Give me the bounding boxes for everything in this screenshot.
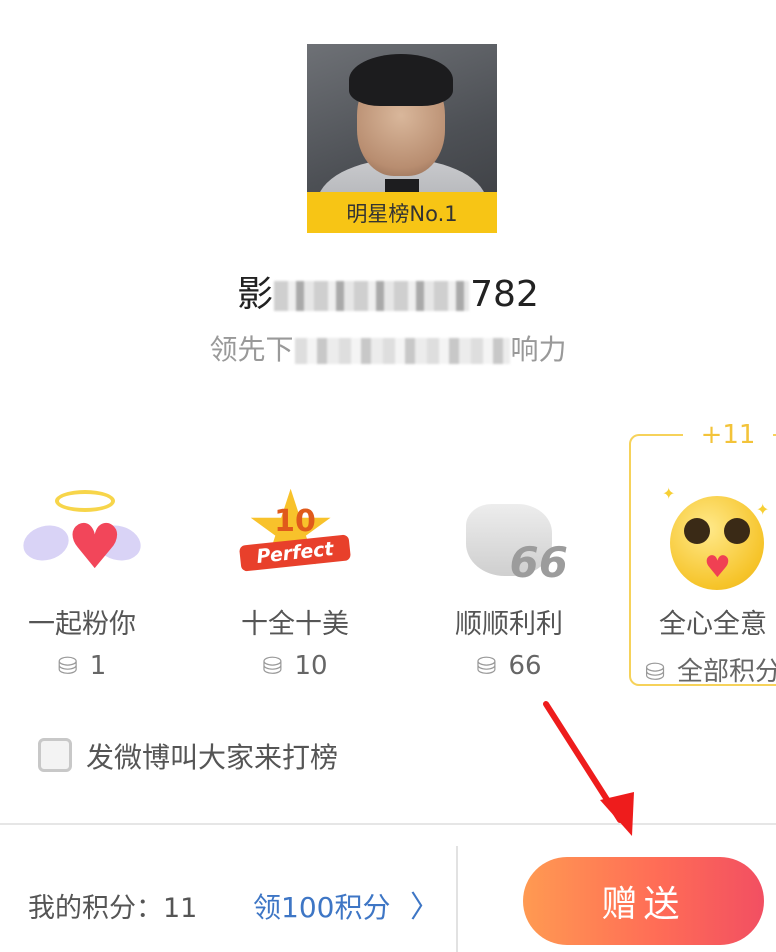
avatar-hair — [349, 54, 453, 106]
gift-cost-value: 10 — [294, 651, 328, 681]
hand-66-icon: 66 — [444, 486, 574, 596]
my-points: 我的积分：11 — [28, 893, 198, 924]
star-avatar[interactable]: 明星榜No.1 — [307, 44, 497, 233]
gift-label: 顺顺利利 — [455, 609, 563, 640]
coin-icon: ⛁ — [644, 658, 666, 686]
gift-label: 十全十美 — [241, 609, 349, 640]
gift-cost: ⛁ 10 — [210, 651, 380, 681]
coin-icon: ⛁ — [57, 652, 78, 680]
star-name: 影 782 — [0, 265, 776, 317]
heart: ♥ — [67, 510, 123, 583]
gift-cost: ⛁ 1 — [0, 651, 167, 681]
chevron-right-icon[interactable]: 〉 — [410, 882, 440, 926]
subtitle-suffix: 响力 — [510, 333, 567, 366]
six-six-text: 66 — [509, 538, 568, 587]
heart-eyes-emoji-icon: ✦ ✦ ♥ — [648, 484, 776, 596]
winged-heart-icon: ♥ — [17, 486, 147, 596]
eye-left — [684, 518, 710, 544]
gift-item-3[interactable]: 66 顺顺利利 ⛁ 66 — [424, 486, 594, 681]
star-name-suffix: 782 — [470, 274, 539, 315]
eye-right — [724, 518, 750, 544]
perfect-10-star-icon: ★ 10 Perfect — [230, 476, 360, 596]
halo — [55, 490, 115, 512]
gift-label: 一起粉你 — [28, 609, 136, 640]
gift-cost: ⛁ 66 — [424, 651, 594, 681]
subtitle-prefix: 领先下 — [209, 333, 294, 366]
gift-cost-value: 1 — [89, 651, 107, 681]
footer-vertical-divider — [456, 846, 458, 952]
gift-cost-value: 66 — [508, 651, 542, 681]
gift-item-4[interactable]: ✦ ✦ ♥ 全心全意 ⛁ 全部积分 — [638, 484, 776, 688]
share-weibo-checkbox[interactable] — [38, 738, 72, 772]
share-weibo-label[interactable]: 发微博叫大家来打榜 — [86, 736, 338, 776]
star-subtitle: 领先下 响力 — [0, 328, 776, 368]
earn-points-link[interactable]: 领100积分 — [253, 886, 390, 926]
send-gift-button[interactable]: 赠送 — [523, 857, 764, 945]
sparkle: ✦ — [662, 484, 676, 503]
gift-cost-value: 全部积分 — [677, 657, 776, 687]
emoji-heart: ♥ — [704, 550, 731, 585]
footer-divider — [0, 823, 776, 825]
gift-cost: ⛁ 全部积分 — [638, 651, 776, 688]
subtitle-blur-mask — [294, 338, 510, 364]
gift-label: 全心全意 — [659, 609, 767, 640]
red-arrow-annotation — [543, 701, 634, 836]
wing-left — [19, 520, 73, 566]
star-number: 10 — [274, 504, 316, 539]
sparkle: ✦ — [756, 500, 770, 519]
gift-item-2[interactable]: ★ 10 Perfect 十全十美 ⛁ 10 — [210, 476, 380, 681]
emoji-face: ♥ — [670, 496, 764, 590]
coin-icon: ⛁ — [262, 652, 283, 680]
name-blur-mask — [274, 281, 470, 311]
rank-badge: 明星榜No.1 — [307, 192, 497, 233]
gift-item-1[interactable]: ♥ 一起粉你 ⛁ 1 — [0, 486, 167, 681]
star-name-prefix: 影 — [237, 274, 274, 315]
coin-icon: ⛁ — [476, 652, 497, 680]
bonus-badge: +11 — [683, 420, 773, 450]
